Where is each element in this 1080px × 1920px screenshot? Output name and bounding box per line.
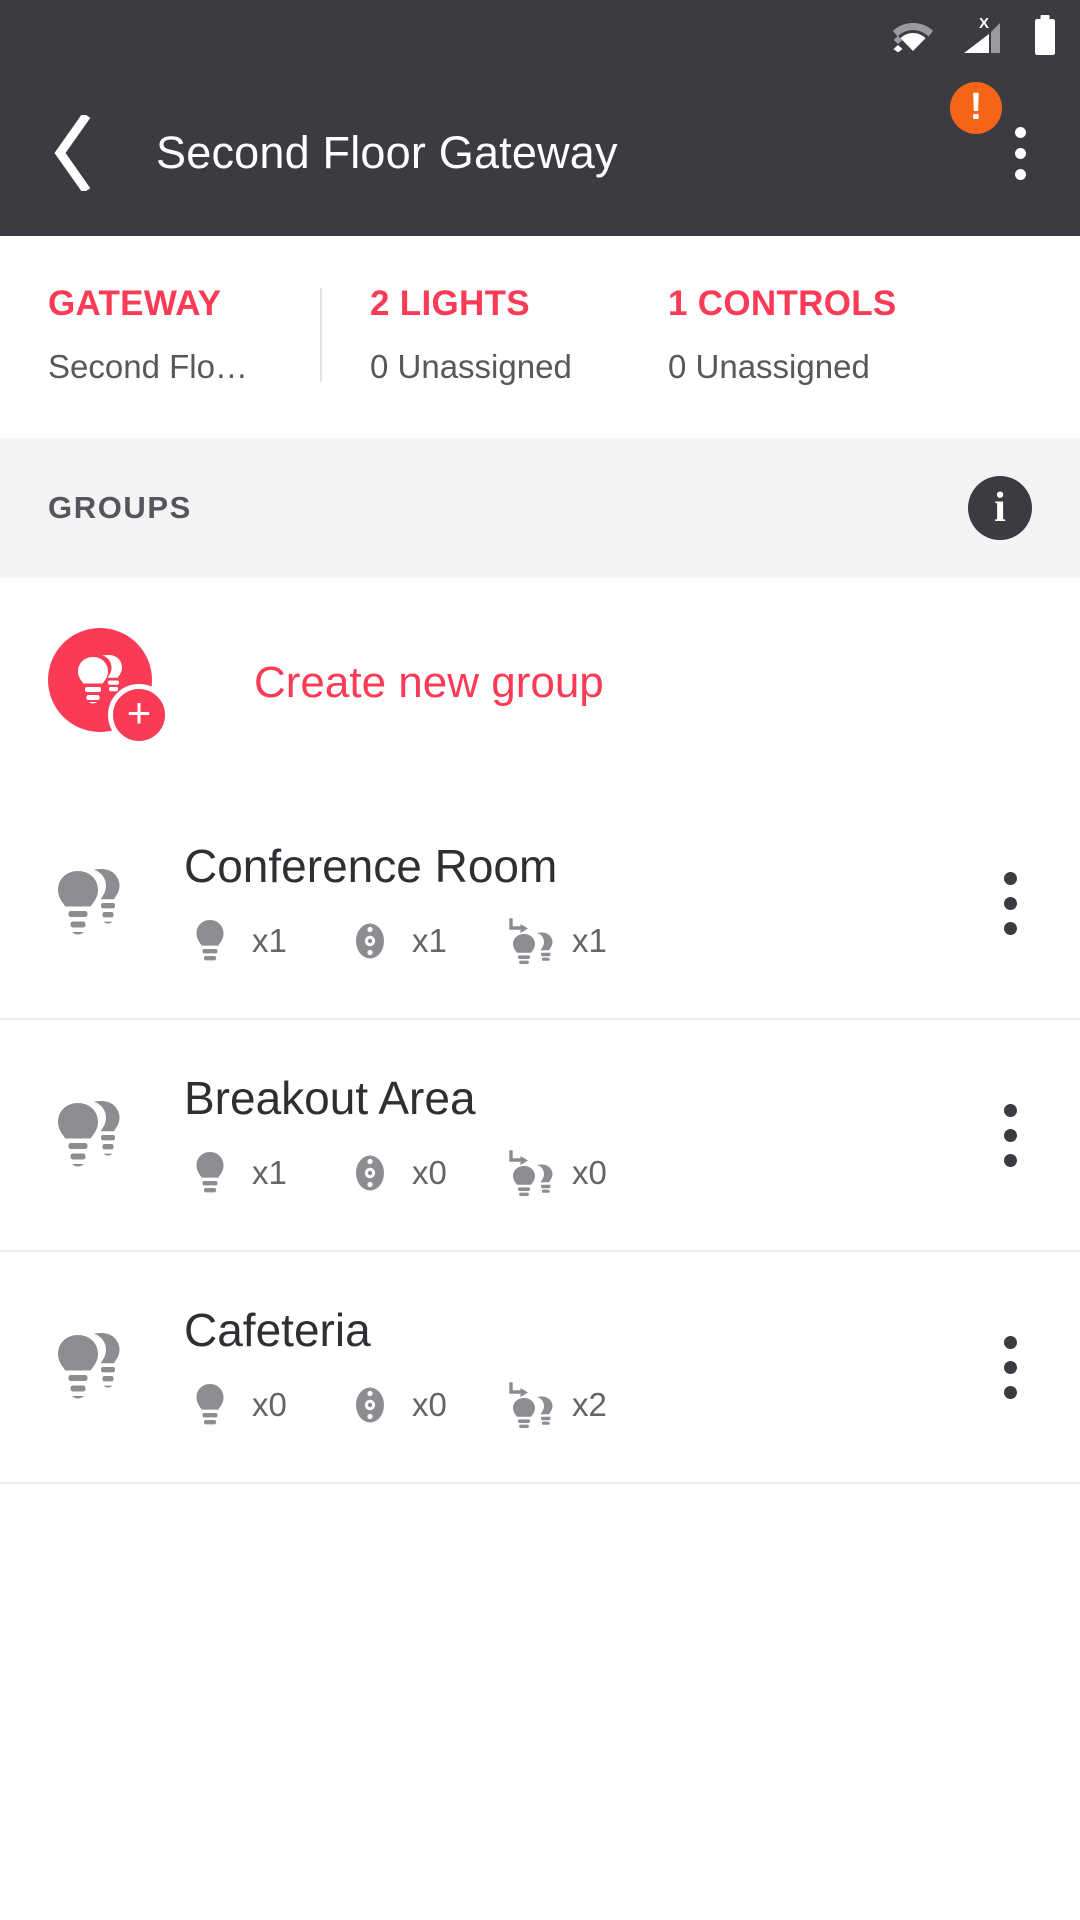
metric-controls: x1 [344, 918, 504, 964]
stat-controls[interactable]: 1 CONTROLS 0 Unassigned [620, 284, 1080, 386]
stat-gateway[interactable]: GATEWAY Second Flo… [0, 284, 322, 386]
group-metrics: x1 x0 x0 [184, 1149, 962, 1197]
metric-scenes-count: x0 [572, 1154, 607, 1192]
bulb-icon [184, 1150, 236, 1196]
metric-lights-count: x1 [252, 922, 287, 960]
groups-list: Conference Room x1 x1 x1 Breakout Area x… [0, 788, 1080, 1484]
overflow-dot [1003, 896, 1017, 910]
svg-text:X: X [979, 15, 989, 32]
overflow-dot [1014, 168, 1026, 180]
overflow-dot [1003, 1360, 1017, 1374]
overflow-dot [1003, 1153, 1017, 1167]
wifi-icon [892, 18, 934, 52]
group-bulbs-icon [48, 1095, 168, 1175]
info-icon[interactable]: i [968, 476, 1032, 540]
metric-controls-count: x0 [412, 1386, 447, 1424]
overflow-dot [1003, 1103, 1017, 1117]
create-new-group-label: Create new group [254, 658, 604, 707]
app-bar: Second Floor Gateway ! [0, 70, 1080, 236]
section-title: GROUPS [48, 490, 192, 525]
overflow-dot [1003, 1128, 1017, 1142]
stat-lights-subtitle: 0 Unassigned [370, 348, 572, 385]
group-name: Cafeteria [184, 1303, 371, 1356]
group-name: Conference Room [184, 839, 558, 892]
plus-glyph: + [126, 689, 152, 736]
group-metrics: x1 x1 x1 [184, 917, 962, 965]
overflow-dot [1014, 147, 1026, 159]
status-bar: X [0, 0, 1080, 70]
overflow-dot [1014, 126, 1026, 138]
scene-bulbs-icon [504, 917, 556, 965]
cellular-signal-x-icon: X [960, 13, 1006, 57]
summary-stats: GATEWAY Second Flo… 2 LIGHTS 0 Unassigne… [0, 236, 1080, 438]
metric-scenes: x2 [504, 1381, 664, 1429]
stat-controls-subtitle: 0 Unassigned [668, 348, 870, 385]
group-metrics: x0 x0 x2 [184, 1381, 962, 1429]
metric-lights: x1 [184, 1150, 344, 1196]
metric-lights: x0 [184, 1382, 344, 1428]
plus-badge-icon: + [108, 684, 170, 746]
metric-scenes-count: x2 [572, 1386, 607, 1424]
metric-lights: x1 [184, 918, 344, 964]
control-dimmer-icon [344, 1150, 396, 1196]
stat-gateway-subtitle: Second Flo… [48, 348, 248, 385]
group-overflow-menu-button[interactable] [962, 1292, 1058, 1442]
bulb-icon [184, 1382, 236, 1428]
create-group-icon: + [48, 628, 176, 746]
group-overflow-menu-button[interactable] [962, 828, 1058, 978]
stat-controls-title: 1 CONTROLS [668, 284, 897, 323]
groups-section-header: GROUPS i [0, 438, 1080, 578]
group-info: Breakout Area x1 x0 x0 [184, 1073, 962, 1198]
back-button[interactable] [12, 93, 132, 213]
app-bar-actions: ! [950, 70, 1080, 236]
page-title: Second Floor Gateway [156, 127, 618, 178]
warning-exclamation-icon: ! [969, 86, 983, 128]
warning-badge[interactable]: ! [950, 82, 1002, 134]
stat-lights[interactable]: 2 LIGHTS 0 Unassigned [322, 284, 620, 386]
scene-bulbs-icon [504, 1381, 556, 1429]
group-bulbs-icon [48, 863, 168, 943]
group-bulbs-icon [48, 1327, 168, 1407]
create-new-group-row[interactable]: + Create new group [0, 578, 1080, 788]
group-row[interactable]: Cafeteria x0 x0 x2 [0, 1252, 1080, 1484]
metric-scenes-count: x1 [572, 922, 607, 960]
metric-controls-count: x1 [412, 922, 447, 960]
group-info: Conference Room x1 x1 x1 [184, 841, 962, 966]
battery-full-icon [1032, 14, 1058, 56]
group-overflow-menu-button[interactable] [962, 1060, 1058, 1210]
bulb-icon [184, 918, 236, 964]
group-row[interactable]: Breakout Area x1 x0 x0 [0, 1020, 1080, 1252]
overflow-dot [1003, 871, 1017, 885]
metric-controls: x0 [344, 1382, 504, 1428]
overflow-dot [1003, 1385, 1017, 1399]
overflow-dot [1003, 1335, 1017, 1349]
overflow-dot [1003, 921, 1017, 935]
status-icon-group: X [892, 13, 1058, 57]
metric-controls: x0 [344, 1150, 504, 1196]
metric-scenes: x1 [504, 917, 664, 965]
metric-scenes: x0 [504, 1149, 664, 1197]
scene-bulbs-icon [504, 1149, 556, 1197]
stat-lights-title: 2 LIGHTS [370, 284, 530, 323]
stat-gateway-title: GATEWAY [48, 284, 222, 323]
group-name: Breakout Area [184, 1071, 476, 1124]
control-dimmer-icon [344, 918, 396, 964]
group-row[interactable]: Conference Room x1 x1 x1 [0, 788, 1080, 1020]
group-info: Cafeteria x0 x0 x2 [184, 1305, 962, 1430]
control-dimmer-icon [344, 1382, 396, 1428]
metric-controls-count: x0 [412, 1154, 447, 1192]
metric-lights-count: x0 [252, 1386, 287, 1424]
metric-lights-count: x1 [252, 1154, 287, 1192]
